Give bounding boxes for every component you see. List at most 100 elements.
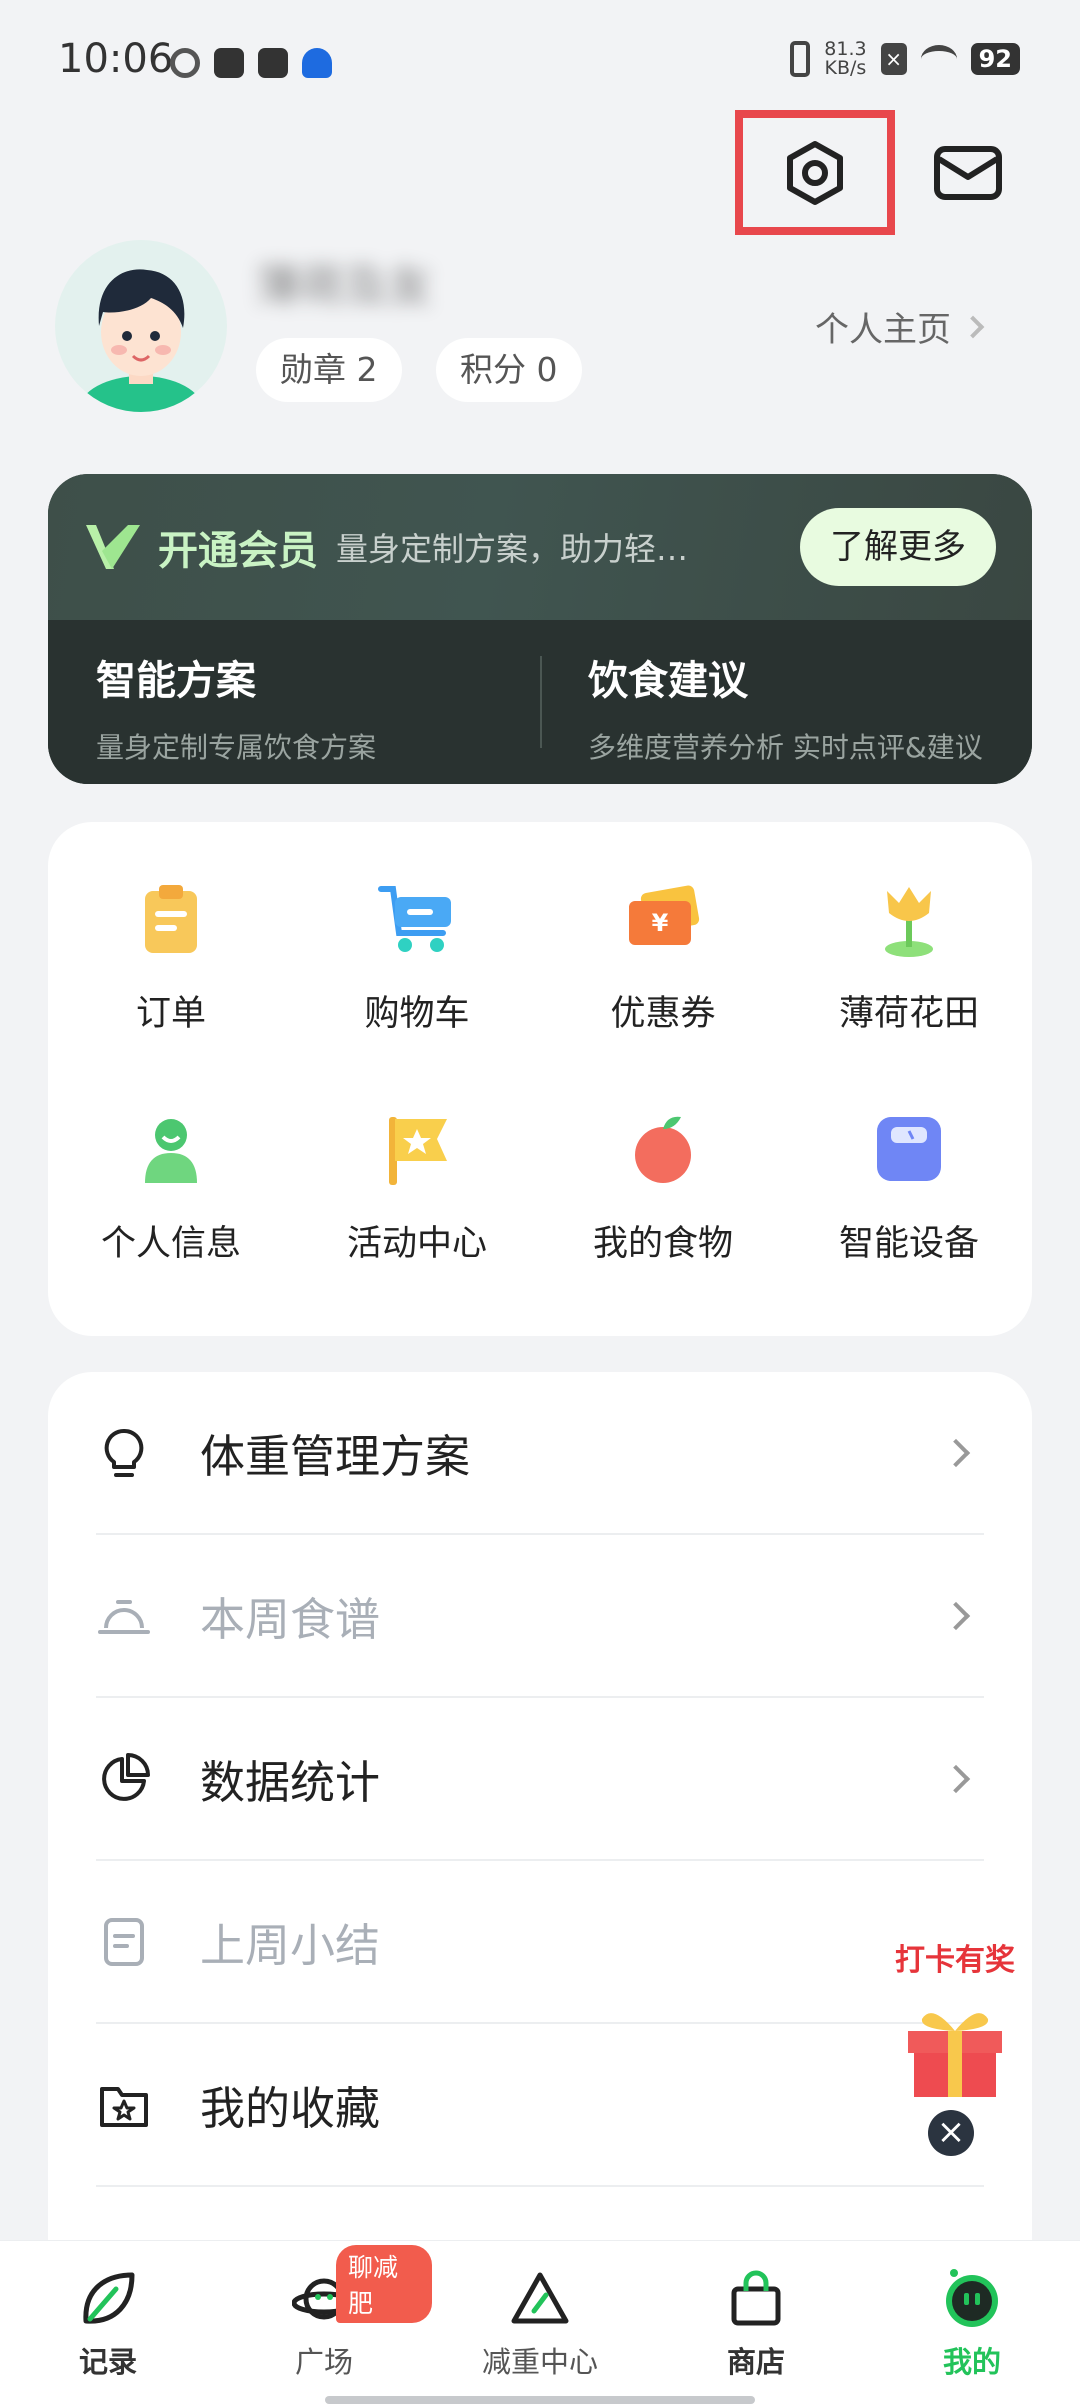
nav-label: 记录 — [78, 2345, 137, 2379]
points-badge[interactable]: 积分 0 — [436, 338, 582, 402]
grid-item-orders[interactable]: 订单 — [48, 842, 294, 1072]
home-indicator[interactable] — [325, 2396, 755, 2404]
message-notification-icon — [258, 48, 288, 78]
nav-weight-center[interactable]: 减重中心 — [432, 2241, 648, 2408]
tiktok-icon — [214, 48, 244, 78]
vibrate-icon — [790, 41, 811, 77]
grid-item-label: 活动中心 — [346, 1223, 487, 1264]
list-item-label: 上周小结 — [200, 1919, 381, 1972]
vip-feature[interactable]: 饮食建议 多维度营养分析 实时点评&建议 — [540, 620, 1032, 784]
settings-icon — [787, 140, 843, 205]
medals-badge[interactable]: 勋章 2 — [256, 338, 402, 402]
chevron-right-icon — [941, 1601, 971, 1630]
gift-icon — [908, 2013, 1002, 2097]
leaf-icon — [83, 2272, 135, 2324]
list-item-weight-plan[interactable]: 体重管理方案 — [96, 1372, 984, 1535]
nav-label: 商店 — [726, 2345, 785, 2379]
app-notification-icon — [170, 48, 200, 78]
star-folder-icon — [100, 2086, 148, 2127]
mail-icon — [934, 146, 1002, 200]
mint-face-icon — [946, 2269, 998, 2327]
grid-item-smart-device[interactable]: 智能设备 — [786, 1072, 1032, 1302]
vip-logo-icon — [86, 525, 140, 569]
message-button[interactable] — [928, 138, 1008, 208]
nav-store[interactable]: 商店 — [648, 2241, 864, 2408]
nav-label: 我的 — [942, 2345, 1001, 2379]
network-speed: 81.3 KB/s — [824, 38, 867, 79]
coupon-icon: ¥ — [629, 885, 700, 945]
grid-item-label: 薄荷花田 — [838, 993, 979, 1034]
vip-card[interactable]: 开通会员 量身定制方案，助力轻… 了解更多 智能方案 量身定制专属饮食方案 饮食… — [48, 474, 1032, 784]
grid-item-label: 我的食物 — [592, 1223, 733, 1264]
reward-text: 打卡有奖 — [895, 1943, 1015, 1978]
settings-button[interactable] — [735, 110, 895, 235]
list-item-label: 本周食谱 — [200, 1593, 381, 1646]
profile-home-link[interactable]: 个人主页 — [815, 302, 985, 351]
grid-item-personal-info[interactable]: 个人信息 — [48, 1072, 294, 1302]
list-item-label: 体重管理方案 — [200, 1430, 471, 1483]
nav-square[interactable]: 广场 聊减肥 — [216, 2241, 432, 2408]
grid-item-label: 订单 — [135, 993, 206, 1034]
nav-label: 减重中心 — [481, 2345, 598, 2379]
cart-icon — [378, 885, 451, 952]
scale-icon — [877, 1116, 941, 1181]
clipboard-icon — [145, 884, 197, 953]
apple-icon — [635, 1116, 691, 1183]
document-icon — [104, 1917, 144, 1966]
grid-item-label: 智能设备 — [838, 1223, 979, 1264]
list-item-favorites[interactable]: 我的收藏 — [96, 2024, 984, 2187]
nav-mine[interactable]: 我的 — [864, 2241, 1080, 2408]
vip-description: 量身定制方案，助力轻… — [336, 530, 689, 568]
vip-features: 智能方案 量身定制专属饮食方案 饮食建议 多维度营养分析 实时点评&建议 — [48, 620, 1032, 784]
flag-icon — [389, 1116, 447, 1185]
nav-badge: 聊减肥 — [336, 2245, 432, 2323]
grid-item-coupons[interactable]: ¥ 优惠券 — [540, 842, 786, 1072]
pie-chart-icon — [102, 1752, 150, 1801]
grid-item-activity-center[interactable]: 活动中心 — [294, 1072, 540, 1302]
list-item-statistics[interactable]: 数据统计 — [96, 1698, 984, 1861]
dish-cover-icon — [98, 1599, 150, 1634]
chevron-right-icon — [941, 1764, 971, 1793]
avatar[interactable] — [55, 240, 227, 412]
vip-header: 开通会员 量身定制方案，助力轻… 了解更多 — [48, 474, 1032, 620]
battery-level: 92 — [970, 43, 1020, 75]
nav-label: 广场 — [294, 2345, 353, 2379]
username: 薄荷及友 — [256, 261, 432, 312]
profile-home-label: 个人主页 — [815, 310, 951, 350]
wifi-icon — [920, 45, 957, 73]
system-status: 81.3 KB/s × 92 — [790, 40, 1020, 78]
status-time: 10:06 — [58, 36, 174, 82]
list-item-last-week-summary[interactable]: 上周小结 — [96, 1861, 984, 2024]
close-icon[interactable]: × — [928, 2110, 974, 2156]
avatar-illustration — [79, 269, 203, 412]
grid-item-label: 优惠券 — [610, 993, 716, 1034]
chevron-right-icon — [941, 1438, 971, 1467]
grid-item-label: 个人信息 — [100, 1223, 241, 1264]
vip-feature-subtitle: 多维度营养分析 实时点评&建议 — [588, 731, 983, 764]
grid-item-cart[interactable]: 购物车 — [294, 842, 540, 1072]
shortcut-grid: 订单 购物车 ¥ 优惠券 薄荷花田 个人信息 活动中心 我的食物 智能设备 — [48, 822, 1032, 1336]
lightbulb-icon — [104, 1428, 144, 1477]
vip-title: 开通会员 — [158, 528, 318, 574]
grid-item-my-food[interactable]: 我的食物 — [540, 1072, 786, 1302]
list-item-weekly-recipes[interactable]: 本周食谱 — [96, 1535, 984, 1698]
list-item-label: 我的收藏 — [200, 2082, 381, 2135]
list-item-label: 数据统计 — [200, 1756, 381, 1809]
triangle-icon — [511, 2272, 569, 2324]
vip-feature-title: 智能方案 — [96, 658, 256, 704]
grid-item-label: 购物车 — [364, 993, 470, 1034]
status-bar: 10:06 81.3 KB/s × 92 — [0, 0, 1080, 120]
vip-feature-title: 饮食建议 — [588, 658, 748, 704]
bag-icon — [731, 2270, 781, 2326]
person-icon — [145, 1118, 197, 1183]
nav-record[interactable]: 记录 — [0, 2241, 216, 2408]
vip-feature[interactable]: 智能方案 量身定制专属饮食方案 — [48, 620, 540, 784]
bottom-navigation: 记录 广场 聊减肥 减重中心 商店 我的 — [0, 2240, 1080, 2408]
tulip-icon — [885, 886, 933, 957]
learn-more-button[interactable]: 了解更多 — [800, 508, 996, 586]
vip-feature-subtitle: 量身定制专属饮食方案 — [96, 731, 377, 764]
grid-item-mint-field[interactable]: 薄荷花田 — [786, 842, 1032, 1072]
checkin-reward-widget[interactable]: 打卡有奖 × — [880, 1935, 1030, 2165]
notification-icons — [170, 48, 332, 78]
no-sim-icon: × — [880, 43, 907, 75]
